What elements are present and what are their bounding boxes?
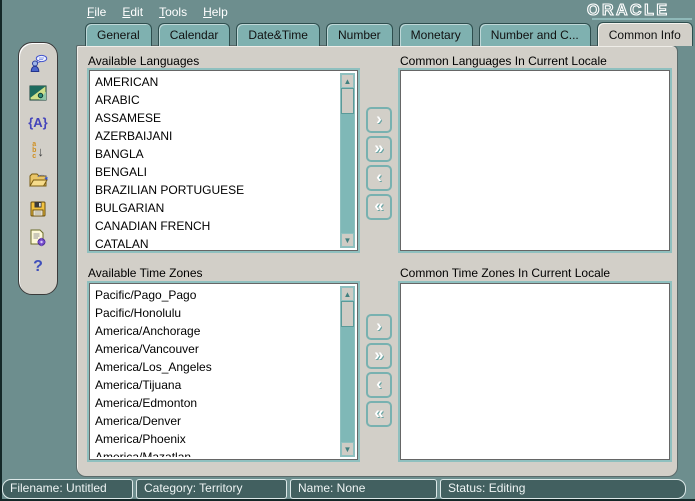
help-icon[interactable]: ? [27, 257, 49, 277]
available-languages-list: AMERICAN ARABIC ASSAMESE AZERBAIJANI BAN… [87, 68, 360, 253]
scroll-up-icon[interactable]: ▲ [341, 287, 354, 301]
status-bar: Filename: Untitled Category: Territory N… [2, 479, 686, 499]
list-item[interactable]: AMERICAN [92, 73, 338, 91]
tab[interactable]: Date&Time [236, 23, 320, 46]
svg-text:ORACLE: ORACLE [587, 2, 670, 19]
add-language-button[interactable]: › [366, 107, 392, 133]
new-linguistic-sort-icon[interactable]: abc↓ [27, 141, 49, 161]
remove-language-button[interactable]: ‹ [366, 165, 392, 191]
scroll-track[interactable] [341, 301, 354, 442]
remove-all-timezones-button[interactable]: « [366, 401, 392, 427]
add-timezone-button[interactable]: › [366, 314, 392, 340]
list-item[interactable]: America/Denver [92, 412, 338, 430]
menu-item[interactable]: Tools [157, 4, 189, 20]
window-edge [0, 0, 2, 501]
scroll-down-icon[interactable]: ▼ [341, 233, 354, 247]
tab-bar: General Calendar Date&Time Number Moneta… [85, 22, 695, 46]
list-item[interactable]: CATALAN [92, 235, 338, 248]
common-timezones-list[interactable] [398, 281, 672, 462]
tab[interactable]: General [85, 23, 152, 46]
tab[interactable]: Monetary [399, 23, 473, 46]
new-character-set-icon[interactable]: {A} [27, 112, 49, 132]
list-item[interactable]: America/Phoenix [92, 430, 338, 448]
available-timezones-list: Pacific/Pago_Pago Pacific/Honolulu Ameri… [87, 281, 360, 462]
menu-bar: File Edit Tools Help [85, 4, 230, 20]
list-item[interactable]: America/Los_Angeles [92, 358, 338, 376]
list-item[interactable]: BULGARIAN [92, 199, 338, 217]
remove-all-languages-button[interactable]: « [366, 194, 392, 220]
list-item[interactable]: America/Mazatlan [92, 448, 338, 457]
save-file-icon[interactable] [27, 199, 49, 219]
status-filename: Filename: Untitled [2, 479, 133, 499]
list-item[interactable]: America/Tijuana [92, 376, 338, 394]
tab[interactable]: Number [326, 23, 393, 46]
scroll-down-icon[interactable]: ▼ [341, 442, 354, 456]
side-toolbar: {A} abc↓ [18, 42, 58, 295]
tab[interactable]: Number and C... [479, 23, 591, 46]
locale-builder-window: File Edit Tools Help ORACLE General Cale… [0, 0, 695, 501]
available-timezones-label: Available Time Zones [88, 266, 203, 280]
list-item[interactable]: America/Edmonton [92, 394, 338, 412]
list-item[interactable]: BRAZILIAN PORTUGUESE [92, 181, 338, 199]
new-language-icon[interactable] [27, 54, 49, 74]
scroll-track[interactable] [341, 88, 354, 233]
menu-item[interactable]: Edit [120, 4, 145, 20]
remove-timezone-button[interactable]: ‹ [366, 372, 392, 398]
add-all-languages-button[interactable]: » [366, 136, 392, 162]
list-item[interactable]: CANADIAN FRENCH [92, 217, 338, 235]
status-editing: Status: Editing [440, 479, 686, 499]
oracle-logo: ORACLE [586, 1, 692, 21]
list-item[interactable]: ASSAMESE [92, 109, 338, 127]
available-languages-label: Available Languages [88, 54, 199, 68]
logo-underline [592, 18, 692, 20]
open-file-icon[interactable] [27, 170, 49, 190]
scroll-thumb[interactable] [341, 88, 354, 114]
list-item[interactable]: America/Anchorage [92, 322, 338, 340]
menu-item[interactable]: Help [201, 4, 230, 20]
list-item[interactable]: Pacific/Honolulu [92, 304, 338, 322]
list-item[interactable]: Pacific/Pago_Pago [92, 286, 338, 304]
generate-nlt-icon[interactable] [27, 228, 49, 248]
scrollbar[interactable]: ▲ ▼ [340, 73, 355, 248]
language-transfer-buttons: › » ‹ « [366, 107, 392, 220]
tab[interactable]: Calendar [158, 23, 231, 46]
list-item[interactable]: America/Vancouver [92, 340, 338, 358]
status-name: Name: None [290, 479, 437, 499]
common-languages-list[interactable] [398, 68, 672, 253]
menu-item[interactable]: File [85, 4, 108, 20]
scroll-thumb[interactable] [341, 301, 354, 327]
list-item[interactable]: AZERBAIJANI [92, 127, 338, 145]
add-all-timezones-button[interactable]: » [366, 343, 392, 369]
scroll-up-icon[interactable]: ▲ [341, 74, 354, 88]
list-item[interactable]: BANGLA [92, 145, 338, 163]
status-category: Category: Territory [136, 479, 287, 499]
tab[interactable]: Common Info [597, 22, 693, 46]
timezone-transfer-buttons: › » ‹ « [366, 314, 392, 427]
list-item[interactable]: BENGALI [92, 163, 338, 181]
list-item[interactable]: ARABIC [92, 91, 338, 109]
scrollbar[interactable]: ▲ ▼ [340, 286, 355, 457]
common-languages-label: Common Languages In Current Locale [400, 54, 607, 68]
new-territory-icon[interactable] [27, 83, 49, 103]
common-timezones-label: Common Time Zones In Current Locale [400, 266, 610, 280]
